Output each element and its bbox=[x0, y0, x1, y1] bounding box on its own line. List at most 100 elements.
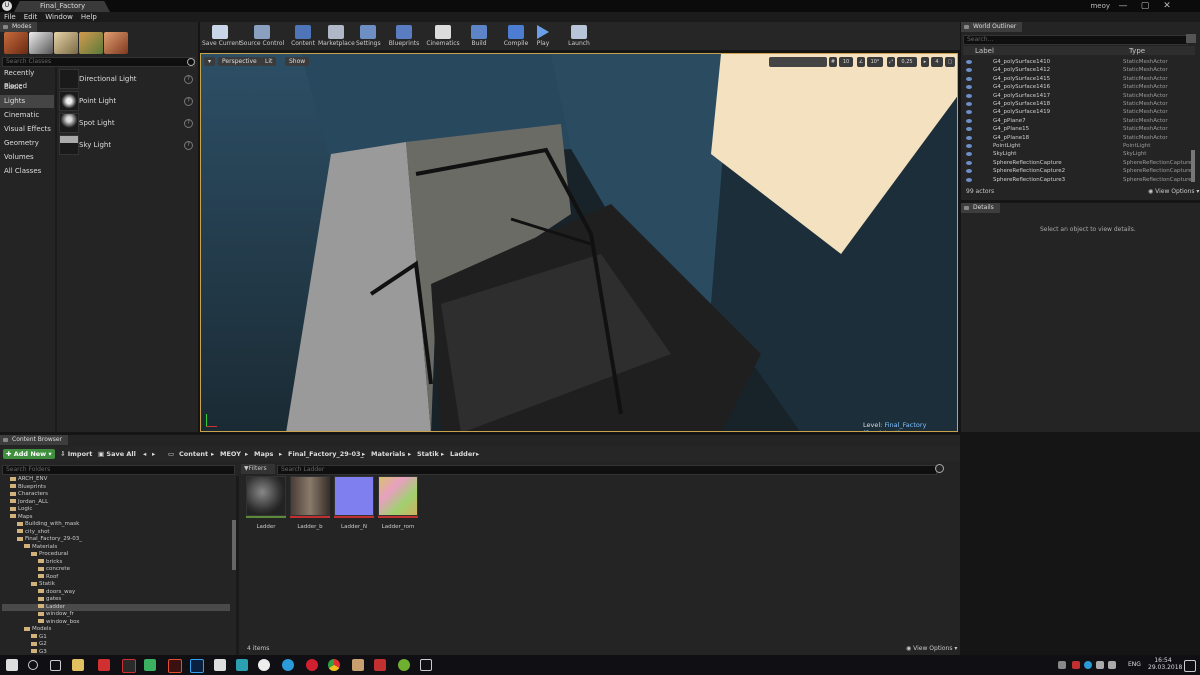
minimize-button[interactable]: — bbox=[1112, 0, 1134, 12]
folder-tree-item[interactable]: Final_Factory_29-03_ bbox=[2, 536, 230, 544]
outliner-row[interactable]: G4_polySurface1417 StaticMeshActor bbox=[963, 92, 1195, 100]
folder-tree-item[interactable]: G2 bbox=[2, 641, 230, 649]
tray-chevron-icon[interactable] bbox=[1058, 661, 1066, 669]
paint-mode-icon[interactable] bbox=[29, 32, 53, 54]
details-tab[interactable]: Details bbox=[961, 203, 1000, 213]
app-icon[interactable] bbox=[144, 659, 156, 671]
save-all-button[interactable]: ▣ Save All bbox=[98, 447, 136, 461]
transform-tools[interactable] bbox=[769, 57, 827, 67]
lit-button[interactable]: Lit bbox=[261, 57, 277, 66]
content-browser-tab[interactable]: Content Browser bbox=[0, 435, 69, 445]
app-icon[interactable] bbox=[122, 659, 136, 673]
directional-light-item[interactable]: Directional Light ? bbox=[57, 68, 197, 90]
outliner-row[interactable]: G4_polySurface1415 StaticMeshActor bbox=[963, 75, 1195, 83]
folder-tree-item[interactable]: doors_way bbox=[2, 589, 230, 597]
point-light-item[interactable]: Point Light ? bbox=[57, 90, 197, 112]
level-tab[interactable]: Final_Factory bbox=[14, 1, 110, 12]
task-view-icon[interactable] bbox=[50, 660, 61, 671]
eye-icon[interactable] bbox=[966, 110, 972, 115]
outliner-search-input[interactable]: Search... bbox=[963, 35, 1188, 45]
start-icon[interactable] bbox=[6, 659, 18, 671]
app-icon[interactable] bbox=[98, 659, 110, 671]
foliage-mode-icon[interactable] bbox=[79, 32, 103, 54]
eye-icon[interactable] bbox=[966, 152, 972, 157]
filters-button[interactable]: ▼Filters bbox=[241, 464, 275, 474]
category-recently-placed[interactable]: Recently Placed bbox=[0, 67, 54, 90]
search-classes-input[interactable]: Search Classes bbox=[2, 57, 195, 67]
category-basic[interactable]: Basic bbox=[0, 81, 54, 94]
breadcrumb-meoy[interactable]: MEOY bbox=[220, 447, 241, 461]
help-icon[interactable]: ? bbox=[184, 97, 193, 106]
file-explorer-icon[interactable] bbox=[72, 659, 84, 671]
outliner-row[interactable]: SphereReflectionCapture3 SphereReflection… bbox=[963, 176, 1195, 184]
eye-icon[interactable] bbox=[966, 102, 972, 106]
folder-tree-item[interactable]: Jordan_ALL bbox=[2, 499, 230, 507]
app-icon[interactable] bbox=[398, 659, 410, 671]
rotation-snap-value[interactable]: 10° bbox=[867, 57, 883, 67]
outliner-row[interactable]: G4_pPlane18 StaticMeshActor bbox=[963, 134, 1195, 142]
folder-tree-item[interactable]: Ladder bbox=[2, 603, 230, 611]
eye-icon[interactable] bbox=[966, 160, 972, 165]
menu-edit[interactable]: Edit bbox=[20, 12, 42, 22]
landscape-mode-icon[interactable] bbox=[54, 32, 78, 54]
outliner-row[interactable]: G4_polySurface1416 StaticMeshActor bbox=[963, 83, 1195, 91]
level-viewport[interactable]: ▾ Perspective Lit Show # 10 ∠ 10° ⤢ 0,25… bbox=[200, 53, 958, 432]
folder-tree-item[interactable]: Models bbox=[2, 626, 230, 634]
folder-tree-item[interactable]: Procedural bbox=[2, 551, 230, 559]
eye-icon[interactable] bbox=[966, 76, 972, 81]
folder-tree-item[interactable]: concrete bbox=[2, 566, 230, 574]
app-icon[interactable] bbox=[236, 659, 248, 671]
search-assets-input[interactable]: Search Ladder bbox=[277, 465, 937, 475]
import-button[interactable]: ⇩ Import bbox=[60, 447, 92, 461]
maximize-viewport-icon[interactable]: ▢ bbox=[945, 57, 955, 67]
grid-snap-value[interactable]: 10 bbox=[839, 57, 853, 67]
marketplace-button[interactable]: Marketplace bbox=[318, 22, 355, 50]
blueprints-button[interactable]: Blueprints bbox=[388, 22, 420, 50]
breadcrumb-maps[interactable]: Maps bbox=[254, 447, 273, 461]
place-mode-icon[interactable] bbox=[4, 32, 28, 54]
breadcrumb-ladder[interactable]: Ladder bbox=[450, 447, 475, 461]
language-indicator[interactable]: ENG bbox=[1128, 661, 1141, 668]
perspective-button[interactable]: Perspective bbox=[218, 57, 261, 66]
folder-tree-item[interactable]: ARCH_ENV bbox=[2, 476, 230, 484]
viewport-options-button[interactable]: ▾ bbox=[204, 57, 216, 66]
help-icon[interactable]: ? bbox=[184, 141, 193, 150]
folder-root-icon[interactable]: ▭ bbox=[168, 447, 174, 461]
cinematics-button[interactable]: Cinematics bbox=[426, 22, 460, 50]
category-visual-effects[interactable]: Visual Effects bbox=[0, 123, 54, 136]
column-label[interactable]: Label bbox=[975, 47, 994, 55]
tree-scrollbar[interactable] bbox=[232, 520, 236, 570]
notifications-icon[interactable] bbox=[1184, 660, 1196, 672]
telegram-icon[interactable] bbox=[282, 659, 294, 671]
outliner-scrollbar[interactable] bbox=[1191, 150, 1195, 182]
camera-speed-value[interactable]: 4 bbox=[931, 57, 943, 67]
folder-tree-item[interactable]: G1 bbox=[2, 634, 230, 642]
sky-light-item[interactable]: Sky Light ? bbox=[57, 134, 197, 156]
folder-tree-item[interactable]: Statik bbox=[2, 581, 230, 589]
eye-icon[interactable] bbox=[966, 177, 972, 182]
folder-tree-item[interactable]: Blueprints bbox=[2, 484, 230, 492]
category-cinematic[interactable]: Cinematic bbox=[0, 109, 54, 122]
asset-ladder-rom[interactable]: Ladder_rom bbox=[378, 476, 418, 530]
eye-icon[interactable] bbox=[966, 169, 972, 174]
folder-tree-item[interactable]: Materials bbox=[2, 544, 230, 552]
category-lights[interactable]: Lights bbox=[0, 95, 54, 108]
eye-icon[interactable] bbox=[966, 135, 972, 140]
chrome-icon[interactable] bbox=[328, 659, 340, 671]
volume-icon[interactable] bbox=[1108, 661, 1116, 669]
close-button[interactable]: ✕ bbox=[1156, 0, 1178, 12]
outliner-row[interactable]: G4_polySurface1419 StaticMeshActor bbox=[963, 108, 1195, 116]
help-icon[interactable]: ? bbox=[184, 119, 193, 128]
build-button[interactable]: Build bbox=[468, 22, 490, 50]
rotation-snap-icon[interactable]: ∠ bbox=[857, 57, 865, 67]
eye-icon[interactable] bbox=[966, 127, 972, 132]
show-button[interactable]: Show bbox=[285, 57, 310, 66]
menu-help[interactable]: Help bbox=[77, 12, 101, 22]
illustrator-icon[interactable] bbox=[168, 659, 182, 673]
breadcrumb-final-factory[interactable]: Final_Factory_29-03_ bbox=[288, 447, 364, 461]
back-button[interactable]: ◂ bbox=[143, 447, 146, 461]
outliner-view-options[interactable]: ◉ View Options ▾ bbox=[1148, 188, 1199, 195]
outliner-row[interactable]: SkyLight SkyLight bbox=[963, 150, 1195, 158]
forward-button[interactable]: ▸ bbox=[152, 447, 155, 461]
outliner-row[interactable]: SphereReflectionCapture SphereReflectionC… bbox=[963, 159, 1195, 167]
